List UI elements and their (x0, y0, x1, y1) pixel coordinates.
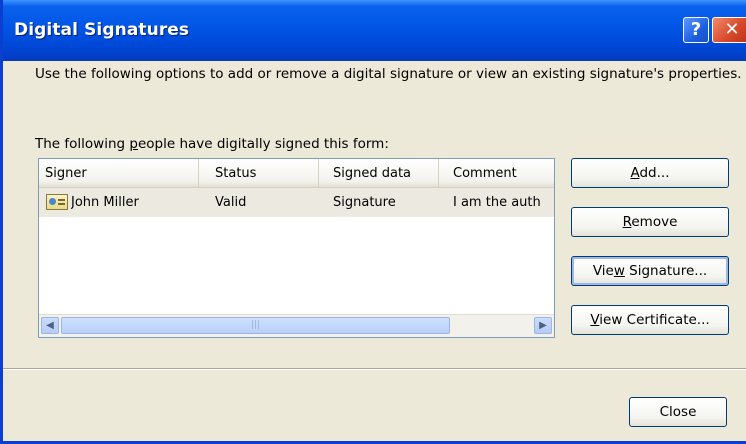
close-button[interactable]: Close (629, 397, 727, 427)
caption-accelerator: p (129, 136, 138, 152)
scroll-left-button[interactable]: ◀ (41, 317, 59, 334)
signature-comment: I am the auth (453, 195, 541, 210)
chevron-left-icon: ◀ (46, 320, 54, 331)
signer-name: John Miller (71, 195, 139, 210)
certificate-icon (46, 194, 68, 210)
description-text: Use the following options to add or remo… (35, 66, 742, 82)
view-certificate-label: iew Certificate... (599, 312, 710, 328)
add-button[interactable]: Add... (571, 158, 729, 188)
column-header-status[interactable]: Status (199, 159, 319, 187)
chevron-right-icon: ▶ (539, 320, 547, 331)
view-signature-button[interactable]: View Signature... (571, 256, 729, 286)
view-certificate-button[interactable]: View Certificate... (571, 305, 729, 335)
close-icon: ✕ (724, 19, 740, 40)
column-header-comment[interactable]: Comment (439, 159, 554, 187)
window-title: Digital Signatures (14, 20, 190, 40)
view-certificate-accelerator: V (590, 312, 600, 328)
horizontal-scrollbar[interactable]: ◀ ||| ▶ (39, 314, 554, 337)
view-signature-label-end: Signature... (624, 263, 708, 279)
signers-list-caption: The following people have digitally sign… (35, 136, 389, 152)
digital-signatures-dialog: Digital Signatures ? ✕ Use the following… (0, 0, 746, 444)
list-item[interactable]: John Miller Valid Signature I am the aut… (39, 188, 554, 217)
help-button[interactable]: ? (683, 17, 709, 43)
list-header: Signer Status Signed data Comment (39, 159, 554, 188)
scrollbar-thumb[interactable]: ||| (61, 317, 450, 334)
scroll-right-button[interactable]: ▶ (534, 317, 552, 334)
caption-text-end: eople have digitally signed this form: (137, 136, 389, 152)
help-icon: ? (690, 19, 702, 40)
grip-icon: ||| (250, 320, 261, 330)
remove-button[interactable]: Remove (571, 207, 729, 237)
remove-label: emove (631, 214, 678, 230)
title-close-button[interactable]: ✕ (712, 17, 746, 43)
signers-list[interactable]: Signer Status Signed data Comment John M… (38, 158, 555, 338)
view-signature-accelerator: w (613, 263, 625, 279)
divider (3, 368, 746, 370)
caption-text-start: The following (35, 136, 130, 152)
add-label: dd... (639, 165, 670, 181)
column-header-signed-data[interactable]: Signed data (319, 159, 439, 187)
view-signature-label-start: Vie (592, 263, 614, 279)
column-header-signer[interactable]: Signer (39, 159, 199, 187)
signature-status: Valid (215, 195, 247, 210)
signed-data: Signature (333, 195, 396, 210)
title-bar[interactable]: Digital Signatures ? ✕ (3, 0, 746, 61)
